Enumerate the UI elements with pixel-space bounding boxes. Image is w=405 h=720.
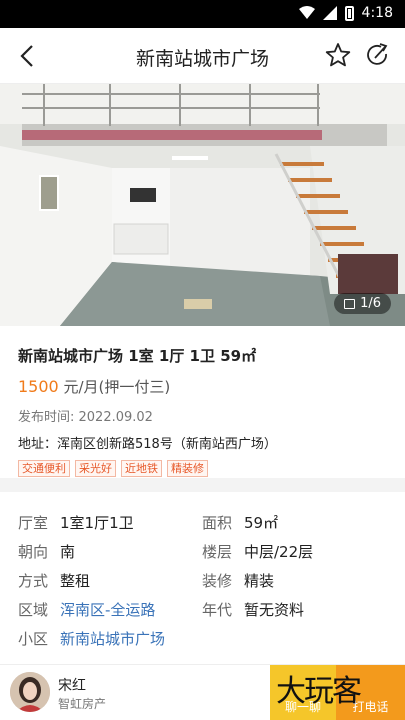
detail-value: 中层/22层 [244, 543, 314, 561]
feature-tags: 交通便利 采光好 近地铁 精装修 [18, 460, 387, 477]
signal-icon [322, 6, 337, 20]
top-bar: 新南站城市广场 [0, 28, 405, 84]
listing-info: 新南站城市广场 1室 1厅 1卫 59㎡ 1500 元/月(押一付三) 发布时间… [0, 326, 405, 477]
status-bar: 4:18 [0, 0, 405, 28]
favorite-star-icon[interactable] [325, 42, 351, 68]
section-divider [0, 478, 405, 492]
price-value: 1500 [18, 377, 59, 396]
detail-row: 朝向南 楼层 中层/22层 [18, 537, 398, 566]
detail-label: 楼层 [202, 543, 233, 561]
agent-avatar[interactable] [10, 672, 50, 712]
detail-label: 方式 [18, 572, 49, 590]
photo-counter: 1/6 [334, 293, 391, 314]
detail-row: 区域 浑南区-全运路 年代 暂无资料 [18, 595, 398, 624]
detail-label: 区域 [18, 601, 49, 619]
feature-tag: 近地铁 [121, 460, 162, 477]
image-icon [344, 298, 356, 309]
detail-label: 朝向 [18, 543, 49, 561]
detail-value: 精装 [244, 572, 275, 590]
battery-icon [344, 5, 354, 21]
detail-row: 方式 整租 装修 精装 [18, 566, 398, 595]
feature-tag: 交通便利 [18, 460, 70, 477]
detail-value: 59㎡ [244, 514, 279, 532]
detail-label: 年代 [202, 601, 233, 619]
watermark-logo: 大玩客 [276, 674, 362, 709]
room-photo-illustration [0, 84, 405, 326]
price-unit: 元/月(押一付三) [58, 378, 171, 396]
detail-row: 小区 新南站城市广场 [18, 624, 398, 653]
detail-label: 装修 [202, 572, 233, 590]
photo-counter-text: 1/6 [360, 296, 381, 311]
detail-label: 面积 [202, 514, 233, 532]
detail-label: 小区 [18, 630, 49, 648]
price-line: 1500 元/月(押一付三) [18, 376, 387, 397]
detail-value: 整租 [60, 572, 91, 590]
feature-tag: 精装修 [167, 460, 208, 477]
feature-tag: 采光好 [75, 460, 116, 477]
share-icon[interactable] [365, 42, 391, 68]
community-link[interactable]: 新南站城市广场 [60, 628, 165, 649]
detail-value: 暂无资料 [244, 601, 305, 619]
wifi-icon [298, 6, 315, 19]
agent-name: 宋红 [58, 678, 86, 694]
agent-company: 智虹房产 [58, 697, 107, 711]
detail-row: 厅室 1室1厅1卫 面积 59㎡ [18, 508, 398, 537]
detail-value: 1室1厅1卫 [60, 514, 134, 532]
listing-headline: 新南站城市广场 1室 1厅 1卫 59㎡ [18, 347, 257, 365]
detail-value: 南 [60, 543, 76, 561]
agent-photo [10, 672, 50, 712]
address: 地址：浑南区创新路518号（新南站西广场） [18, 437, 277, 452]
area-link[interactable]: 浑南区-全运路 [60, 599, 155, 620]
detail-label: 厅室 [18, 514, 49, 532]
listing-photo[interactable]: 1/6 [0, 84, 405, 326]
publish-date: 发布时间: 2022.09.02 [18, 410, 153, 425]
status-time: 4:18 [361, 5, 393, 21]
details-grid: 厅室 1室1厅1卫 面积 59㎡ 朝向南 楼层 中层/22层 方式 整租 装修 精装 区域… [18, 508, 398, 653]
